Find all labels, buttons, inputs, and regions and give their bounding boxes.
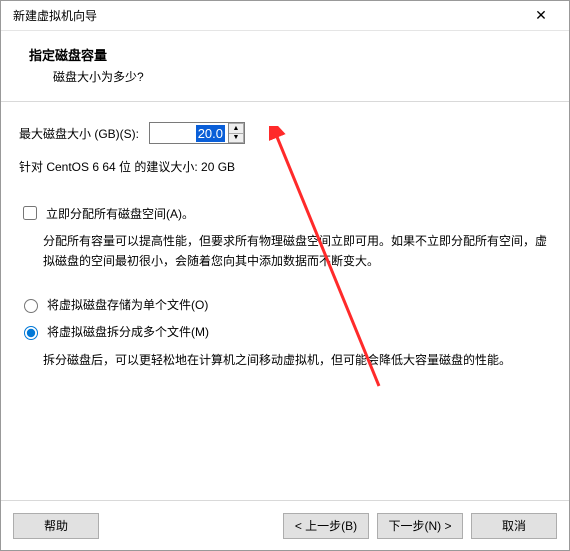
disk-size-spinner[interactable]: 20.0 ▲ ▼ bbox=[149, 122, 245, 144]
wizard-content: 最大磁盘大小 (GB)(S): 20.0 ▲ ▼ 针对 CentOS 6 64 … bbox=[1, 102, 569, 500]
store-split-desc: 拆分磁盘后，可以更轻松地在计算机之间移动虚拟机，但可能会降低大容量磁盘的性能。 bbox=[43, 350, 551, 370]
allocate-now-row: 立即分配所有磁盘空间(A)。 bbox=[19, 203, 551, 223]
titlebar: 新建虚拟机向导 ✕ bbox=[1, 1, 569, 31]
store-split-radio[interactable] bbox=[24, 326, 38, 340]
allocate-now-label: 立即分配所有磁盘空间(A)。 bbox=[46, 205, 194, 222]
spinner-buttons: ▲ ▼ bbox=[228, 123, 244, 143]
wizard-footer: 帮助 < 上一步(B) 下一步(N) > 取消 bbox=[1, 500, 569, 550]
help-button[interactable]: 帮助 bbox=[13, 513, 99, 539]
store-single-row: 将虚拟磁盘存储为单个文件(O) bbox=[19, 296, 551, 313]
store-split-row: 将虚拟磁盘拆分成多个文件(M) bbox=[19, 323, 551, 340]
disk-size-row: 最大磁盘大小 (GB)(S): 20.0 ▲ ▼ bbox=[19, 122, 551, 144]
spinner-up-icon[interactable]: ▲ bbox=[229, 123, 244, 133]
spinner-down-icon[interactable]: ▼ bbox=[229, 133, 244, 144]
page-title: 指定磁盘容量 bbox=[29, 45, 549, 64]
store-single-radio[interactable] bbox=[24, 299, 38, 313]
disk-size-value: 20.0 bbox=[196, 125, 225, 142]
store-radio-group: 将虚拟磁盘存储为单个文件(O) 将虚拟磁盘拆分成多个文件(M) 拆分磁盘后，可以… bbox=[19, 296, 551, 370]
allocate-now-desc: 分配所有容量可以提高性能，但要求所有物理磁盘空间立即可用。如果不立即分配所有空间… bbox=[43, 231, 551, 272]
close-icon[interactable]: ✕ bbox=[521, 2, 561, 30]
recommended-size: 针对 CentOS 6 64 位 的建议大小: 20 GB bbox=[19, 158, 551, 175]
page-subtitle: 磁盘大小为多少? bbox=[53, 68, 549, 85]
disk-size-label: 最大磁盘大小 (GB)(S): bbox=[19, 125, 139, 142]
store-single-label: 将虚拟磁盘存储为单个文件(O) bbox=[47, 296, 208, 313]
allocate-now-checkbox[interactable] bbox=[23, 206, 37, 220]
wizard-header: 指定磁盘容量 磁盘大小为多少? bbox=[1, 31, 569, 102]
back-button[interactable]: < 上一步(B) bbox=[283, 513, 369, 539]
disk-size-input[interactable]: 20.0 bbox=[150, 123, 228, 143]
next-button[interactable]: 下一步(N) > bbox=[377, 513, 463, 539]
store-split-label: 将虚拟磁盘拆分成多个文件(M) bbox=[47, 323, 209, 340]
cancel-button[interactable]: 取消 bbox=[471, 513, 557, 539]
wizard-window: 新建虚拟机向导 ✕ 指定磁盘容量 磁盘大小为多少? 最大磁盘大小 (GB)(S)… bbox=[0, 0, 570, 551]
window-title: 新建虚拟机向导 bbox=[13, 7, 521, 24]
